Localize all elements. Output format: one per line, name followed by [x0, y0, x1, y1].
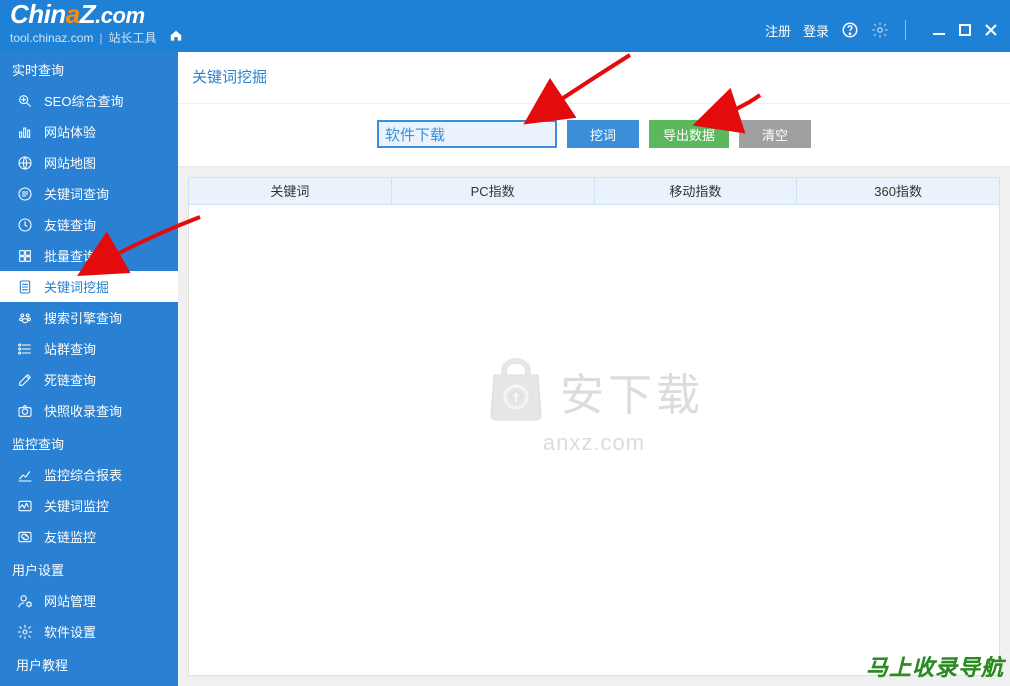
clock-icon: [16, 216, 34, 234]
logo-sub-domain: tool.chinaz.com: [10, 31, 93, 45]
keyword-input[interactable]: [377, 120, 557, 148]
logo-sub: tool.chinaz.com | 站长工具: [10, 29, 183, 46]
sidebar-item[interactable]: 网站管理: [0, 585, 178, 616]
doc-icon: [16, 278, 34, 296]
sidebar-item-label: 关键词监控: [44, 496, 109, 515]
logo-part-a: a: [66, 0, 80, 29]
sidebar-item-label: 搜索引擎查询: [44, 308, 122, 327]
sidebar-item-label: 批量查询: [44, 246, 96, 265]
toolbar: 挖词 导出数据 清空: [178, 104, 1010, 167]
logo-part-dotcom: .com: [95, 3, 145, 28]
sidebar-item[interactable]: 快照收录查询: [0, 395, 178, 426]
globe-icon: [16, 154, 34, 172]
sidebar-item-label: 网站地图: [44, 153, 96, 172]
sidebar-item[interactable]: 关键词监控: [0, 490, 178, 521]
camera-icon: [16, 402, 34, 420]
sidebar-item[interactable]: 关键词查询: [0, 178, 178, 209]
sidebar-section-title: 实时查询: [0, 52, 178, 85]
watermark-en: anxz.com: [543, 430, 645, 456]
header-actions: 注册 登录: [765, 20, 1000, 46]
sidebar-item-label: 关键词挖掘: [44, 277, 109, 296]
link-icon: [16, 528, 34, 546]
logo-part-chin: Chin: [10, 0, 66, 29]
sidebar-item[interactable]: 软件设置: [0, 616, 178, 647]
sidebar-item[interactable]: SEO综合查询: [0, 85, 178, 116]
logo-sub-sep: |: [99, 31, 102, 45]
col-pc: PC指数: [392, 178, 595, 204]
promo-banner: 马上收录导航: [866, 650, 1004, 682]
sidebar-item[interactable]: 批量查询: [0, 240, 178, 271]
user-cog-icon: [16, 592, 34, 610]
sidebar-item[interactable]: 关键词挖掘: [0, 271, 178, 302]
main-area: 关键词挖掘 挖词 导出数据 清空 关键词 PC指数 移动指数 360指数 安下载…: [178, 52, 1010, 686]
sidebar-item[interactable]: 监控综合报表: [0, 459, 178, 490]
sidebar-item[interactable]: 友链监控: [0, 521, 178, 552]
gear-icon: [16, 623, 34, 641]
maximize-button[interactable]: [956, 21, 974, 39]
seo-icon: [16, 92, 34, 110]
titlebar: ChinaZ.com tool.chinaz.com | 站长工具 注册 登录: [0, 0, 1010, 52]
app-body: 实时查询SEO综合查询网站体验网站地图关键词查询友链查询批量查询关键词挖掘搜索引…: [0, 52, 1010, 686]
help-icon[interactable]: [841, 21, 859, 39]
chart-icon: [16, 466, 34, 484]
sidebar-item[interactable]: 搜索引擎查询: [0, 302, 178, 333]
register-link[interactable]: 注册: [765, 21, 791, 40]
sidebar-item-label: SEO综合查询: [44, 91, 123, 110]
window-controls: [930, 21, 1000, 39]
sidebar-item[interactable]: 站群查询: [0, 333, 178, 364]
sidebar-item-label: 站群查询: [44, 339, 96, 358]
watermark-cn: 安下载: [560, 359, 704, 423]
sidebar-item[interactable]: 死链查询: [0, 364, 178, 395]
table-header: 关键词 PC指数 移动指数 360指数: [188, 177, 1000, 205]
close-button[interactable]: [982, 21, 1000, 39]
batch-icon: [16, 247, 34, 265]
col-keyword: 关键词: [189, 178, 392, 204]
edit-icon: [16, 371, 34, 389]
sidebar-section-title: 监控查询: [0, 426, 178, 459]
list-icon: [16, 340, 34, 358]
sidebar-item[interactable]: 网站体验: [0, 116, 178, 147]
table-body: 安下载 anxz.com: [188, 205, 1000, 676]
sidebar-item-label: 友链监控: [44, 527, 96, 546]
keyword-icon: [16, 185, 34, 203]
sidebar-item[interactable]: 网站地图: [0, 147, 178, 178]
sidebar-item[interactable]: 友链查询: [0, 209, 178, 240]
logo-title: ChinaZ.com: [10, 1, 183, 27]
home-icon[interactable]: [169, 29, 183, 46]
sidebar-item-label: 关键词查询: [44, 184, 109, 203]
col-mobile: 移动指数: [595, 178, 798, 204]
sidebar-item-label: 网站体验: [44, 122, 96, 141]
sidebar-item-label: 网站管理: [44, 591, 96, 610]
minimize-button[interactable]: [930, 21, 948, 39]
logo: ChinaZ.com tool.chinaz.com | 站长工具: [10, 1, 183, 46]
sidebar-item-label: 软件设置: [44, 622, 96, 641]
bag-icon: [484, 355, 548, 426]
watermark: 安下载 anxz.com: [484, 355, 704, 456]
sidebar-item-tutorial[interactable]: 用户教程: [0, 647, 178, 680]
sidebar-item-label: 快照收录查询: [44, 401, 122, 420]
col-360: 360指数: [797, 178, 999, 204]
header-separator: [905, 20, 906, 40]
settings-icon[interactable]: [871, 21, 889, 39]
logo-sub-label: 站长工具: [109, 29, 157, 46]
wave-icon: [16, 497, 34, 515]
export-button[interactable]: 导出数据: [649, 120, 729, 148]
sidebar: 实时查询 SEO综合查询网站体验网站地图关键词查询友链查询批量查询关键词挖掘搜索引…: [0, 52, 178, 686]
bars-icon: [16, 123, 34, 141]
sidebar-item-label: 监控综合报表: [44, 465, 122, 484]
sidebar-section-title: 用户设置: [0, 552, 178, 585]
sidebar-item-label: 友链查询: [44, 215, 96, 234]
logo-part-z: Z: [80, 0, 95, 29]
paw-icon: [16, 309, 34, 327]
dig-button[interactable]: 挖词: [567, 120, 639, 148]
login-link[interactable]: 登录: [803, 21, 829, 40]
sidebar-item-label: 死链查询: [44, 370, 96, 389]
join-qq-row: 加入QQ群: [0, 680, 178, 686]
clear-button[interactable]: 清空: [739, 120, 811, 148]
page-title: 关键词挖掘: [178, 52, 1010, 104]
